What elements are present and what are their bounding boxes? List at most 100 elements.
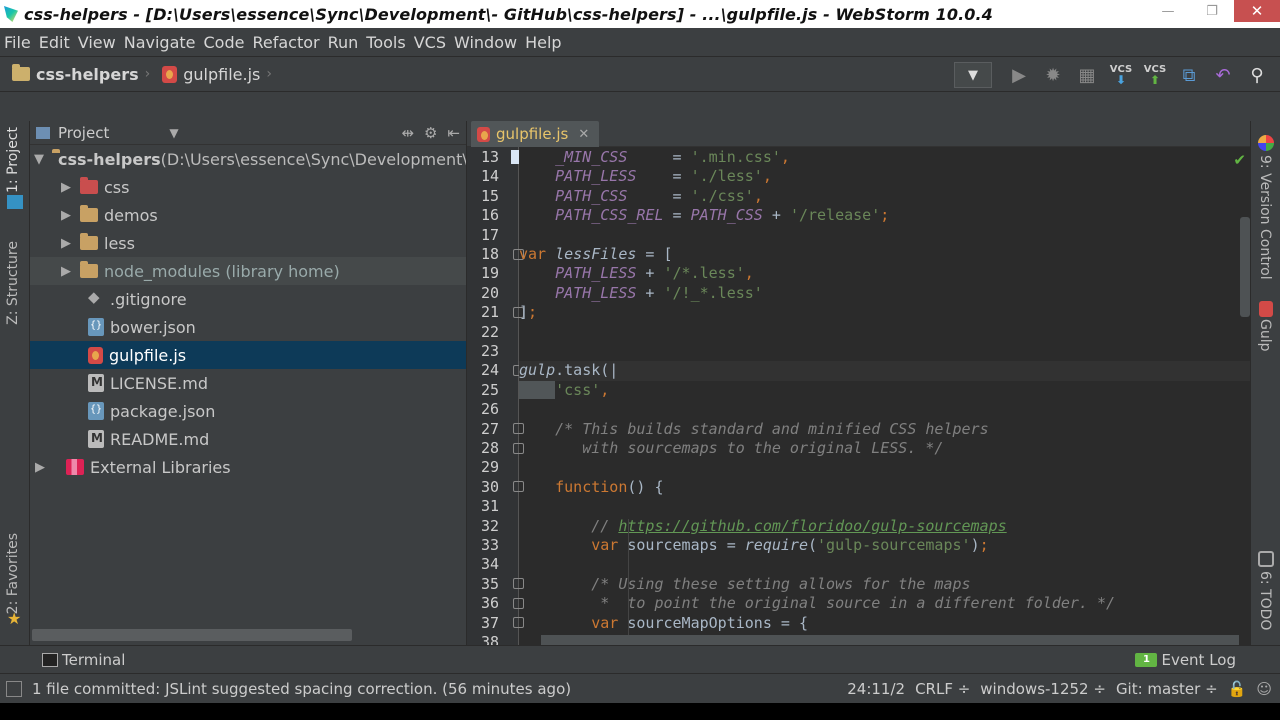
- project-view-selector[interactable]: Project: [58, 124, 109, 142]
- chevron-right-icon[interactable]: ▶: [60, 180, 72, 195]
- tree-root[interactable]: ▼ css-helpers (D:\Users\essence\Sync\Dev…: [30, 145, 466, 173]
- tree-item-gulpfile[interactable]: gulpfile.js: [30, 341, 466, 369]
- file-encoding[interactable]: windows-1252 ÷: [980, 680, 1106, 698]
- change-marker: [511, 150, 519, 164]
- chevron-right-icon[interactable]: ▶: [34, 460, 46, 475]
- line-number: 20: [480, 283, 499, 302]
- breadcrumb-project[interactable]: css-helpers: [12, 64, 139, 84]
- maximize-button[interactable]: ❐: [1190, 0, 1234, 22]
- caret-position[interactable]: 24:11/2: [847, 680, 905, 698]
- menu-vcs[interactable]: VCS: [414, 33, 451, 52]
- gear-icon[interactable]: ⚙: [424, 124, 437, 142]
- line-number: 16: [480, 206, 499, 225]
- tab-favorites[interactable]: 2: Favorites: [5, 533, 21, 614]
- status-bar: 1 file committed: JSLint suggested spaci…: [0, 673, 1280, 703]
- chevron-down-icon[interactable]: ▼: [169, 126, 178, 140]
- tree-item-package-json[interactable]: package.json: [30, 397, 466, 425]
- editor-vertical-scrollbar[interactable]: [1240, 217, 1250, 317]
- line-number: 21: [480, 303, 499, 322]
- tree-item-external-libraries[interactable]: ▶ External Libraries: [30, 453, 466, 481]
- tab-gulp[interactable]: Gulp: [1257, 319, 1273, 352]
- minimize-button[interactable]: —: [1146, 0, 1190, 22]
- tab-gulpfile[interactable]: gulpfile.js ✕: [471, 121, 600, 147]
- line-number: 22: [480, 322, 499, 341]
- title-bar: css-helpers - [D:\Users\essence\Sync\Dev…: [0, 0, 1280, 28]
- menu-view[interactable]: View: [78, 33, 121, 52]
- folder-icon: [80, 261, 98, 278]
- status-message[interactable]: 1 file committed: JSLint suggested spaci…: [32, 680, 571, 698]
- search-icon[interactable]: ⚲: [1240, 60, 1274, 90]
- hide-panel-icon[interactable]: ⇤: [447, 124, 460, 142]
- folder-icon: [80, 233, 98, 250]
- breadcrumb-file[interactable]: gulpfile.js: [162, 65, 260, 84]
- tree-item-readme[interactable]: README.md: [30, 425, 466, 453]
- editor-tabs: gulpfile.js ✕: [467, 121, 1250, 147]
- tree-item-bower-json[interactable]: bower.json: [30, 313, 466, 341]
- menu-code[interactable]: Code: [204, 33, 250, 52]
- editor-horizontal-scrollbar[interactable]: [541, 635, 1239, 645]
- lock-icon[interactable]: 🔓: [1228, 680, 1247, 698]
- close-tab-icon[interactable]: ✕: [578, 127, 589, 142]
- tab-event-log[interactable]: 1 Event Log: [1135, 651, 1236, 669]
- line-number: 35: [480, 574, 499, 593]
- revert-icon[interactable]: ↶: [1206, 60, 1240, 90]
- line-number: 25: [480, 380, 499, 399]
- right-tool-stripe: 9: Version Control Gulp 6: TODO: [1250, 121, 1280, 645]
- debug-icon[interactable]: ✹: [1036, 60, 1070, 90]
- tree-item-demos[interactable]: ▶ demos: [30, 201, 466, 229]
- chevron-down-icon[interactable]: ▼: [34, 152, 44, 167]
- line-number: 28: [480, 439, 499, 457]
- arrow-up-icon: ⬆: [1149, 73, 1161, 87]
- line-number: 34: [480, 555, 499, 574]
- tree-item-gitignore[interactable]: .gitignore: [30, 285, 466, 313]
- line-number: 30: [480, 477, 499, 496]
- vcs-commit-button[interactable]: VCS ⬆: [1138, 60, 1172, 90]
- menu-edit[interactable]: Edit: [39, 33, 75, 52]
- tree-item-license[interactable]: LICENSE.md: [30, 369, 466, 397]
- line-number: 19: [480, 264, 499, 283]
- menu-help[interactable]: Help: [525, 33, 566, 52]
- project-panel: Project ▼ ⇹ ⚙ ⇤ ▼ css-helpers (D:\Users\…: [30, 121, 467, 645]
- tab-structure[interactable]: Z: Structure: [5, 241, 21, 325]
- chevron-right-icon[interactable]: ▶: [60, 208, 72, 223]
- menu-refactor[interactable]: Refactor: [252, 33, 324, 52]
- inspector-icon[interactable]: ☺: [1256, 680, 1272, 698]
- toggle-tool-windows-icon[interactable]: [6, 680, 22, 697]
- tab-project[interactable]: 1: Project: [5, 127, 21, 193]
- chevron-right-icon[interactable]: ▶: [60, 236, 72, 251]
- collapse-all-icon[interactable]: ⇹: [401, 124, 414, 142]
- compare-icon[interactable]: ⧉: [1172, 60, 1206, 90]
- inspection-ok-icon[interactable]: ✔: [1233, 151, 1246, 169]
- editor-gutter: 13 14 15 16 17 18 19 20 21 22 23 24 25 2…: [467, 147, 524, 651]
- project-horizontal-scrollbar[interactable]: [32, 629, 352, 641]
- line-number: 23: [480, 342, 499, 360]
- tab-todo[interactable]: 6: TODO: [1257, 571, 1273, 630]
- menu-file[interactable]: File: [4, 33, 36, 52]
- menu-window[interactable]: Window: [454, 33, 522, 52]
- menu-run[interactable]: Run: [328, 33, 364, 52]
- coverage-icon[interactable]: ▦: [1070, 60, 1104, 90]
- left-tool-stripe: 1: Project Z: Structure 2: Favorites ★: [0, 121, 30, 645]
- tree-item-less[interactable]: ▶ less: [30, 229, 466, 257]
- run-config-dropdown[interactable]: ▼: [954, 62, 992, 88]
- tree-item-node-modules[interactable]: ▶ node_modules (library home): [30, 257, 466, 285]
- vcs-update-button[interactable]: VCS ⬇: [1104, 60, 1138, 90]
- chevron-right-icon[interactable]: ▶: [60, 264, 72, 279]
- menu-navigate[interactable]: Navigate: [124, 33, 201, 52]
- menu-tools[interactable]: Tools: [366, 33, 410, 52]
- run-icon[interactable]: ▶: [1002, 60, 1036, 90]
- todo-icon: [1258, 551, 1274, 567]
- vcs-branch[interactable]: Git: master ÷: [1116, 680, 1218, 698]
- tab-version-control[interactable]: 9: Version Control: [1257, 155, 1273, 280]
- gulp-icon: [1259, 301, 1273, 317]
- tab-terminal[interactable]: Terminal: [42, 651, 125, 669]
- close-button[interactable]: ✕: [1234, 0, 1280, 22]
- tree-item-css[interactable]: ▶ css: [30, 173, 466, 201]
- main-toolbar: ▼ ▶ ✹ ▦ VCS ⬇ VCS ⬆ ⧉ ↶ ⚲: [954, 57, 1274, 93]
- code-area[interactable]: _MIN_CSS = '.min.css', PATH_LESS = './le…: [519, 147, 1250, 645]
- line-separator[interactable]: CRLF ÷: [915, 680, 970, 698]
- terminal-icon: [42, 652, 58, 667]
